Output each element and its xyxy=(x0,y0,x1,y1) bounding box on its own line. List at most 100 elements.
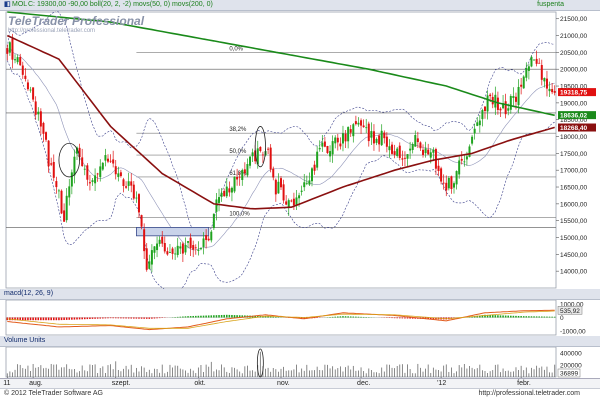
candle-body xyxy=(360,120,362,125)
macd-histogram-bar xyxy=(226,315,228,318)
macd-histogram-bar xyxy=(221,315,223,318)
candle-body xyxy=(27,82,29,89)
candle-body xyxy=(215,199,217,211)
candle-body xyxy=(412,144,414,150)
macd-histogram-bar xyxy=(25,318,27,321)
macd-last-label: 535,92 xyxy=(560,308,580,315)
candle-body xyxy=(272,169,274,178)
candle-body xyxy=(440,168,442,181)
candle-body xyxy=(205,235,207,240)
macd-histogram-bar xyxy=(107,318,109,319)
candle-body xyxy=(466,156,468,159)
candle-body xyxy=(135,198,137,199)
candle-body xyxy=(530,57,532,67)
candle-body xyxy=(84,169,86,170)
candle-body xyxy=(339,144,341,147)
macd-histogram-bar xyxy=(40,318,42,321)
footer-copyright: © 2012 TeleTrader Software AG xyxy=(4,390,103,397)
candle-body xyxy=(404,158,406,159)
macd-histogram-bar xyxy=(275,317,277,318)
candle-body xyxy=(280,178,282,187)
candle-body xyxy=(479,121,481,126)
price-panel: 14000,0014500,0015000,0015500,0016000,00… xyxy=(6,10,596,295)
macd-histogram-bar xyxy=(399,318,401,319)
candle-body xyxy=(350,129,352,133)
candle-body xyxy=(329,151,331,156)
candle-body xyxy=(252,152,254,156)
macd-histogram-bar xyxy=(53,318,55,321)
macd-histogram-bar xyxy=(216,315,218,317)
volume-panel: 40000020000036899 xyxy=(6,347,582,380)
macd-histogram-bar xyxy=(507,316,509,318)
price-y-tick-label: 16500,00 xyxy=(560,185,587,192)
candle-body xyxy=(120,172,122,176)
macd-histogram-bar xyxy=(495,315,497,317)
candle-body xyxy=(450,176,452,189)
candle-body xyxy=(112,159,114,163)
macd-histogram-bar xyxy=(531,316,533,317)
candle-body xyxy=(234,177,236,192)
candle-body xyxy=(345,134,347,142)
candle-body xyxy=(474,129,476,134)
candle-body xyxy=(221,193,223,197)
candle-body xyxy=(246,164,248,175)
candle-body xyxy=(169,252,171,253)
candle-body xyxy=(481,110,483,119)
macd-histogram-bar xyxy=(112,318,114,319)
candle-body xyxy=(73,157,75,176)
candle-body xyxy=(30,90,32,91)
macd-histogram-bar xyxy=(156,318,158,319)
macd-histogram-bar xyxy=(533,316,535,317)
footer: © 2012 TeleTrader Software AG http://pro… xyxy=(0,388,600,401)
macd-histogram-bar xyxy=(99,318,101,319)
candle-body xyxy=(164,243,166,251)
candle-body xyxy=(81,157,83,166)
macd-histogram-bar xyxy=(505,316,507,318)
candle-body xyxy=(357,123,359,125)
macd-histogram-bar xyxy=(94,318,96,319)
candle-body xyxy=(262,155,264,156)
candle-body xyxy=(283,184,285,200)
candle-body xyxy=(166,251,168,254)
candle-body xyxy=(386,137,388,147)
teletrader-logo-icon: ◧ xyxy=(4,0,11,10)
candle-body xyxy=(381,131,383,145)
macd-histogram-bar xyxy=(56,318,58,321)
price-tag-label: 18268,40 xyxy=(560,125,587,132)
candle-body xyxy=(213,214,215,228)
price-legend: C: 19300,00 -90,00 boll(20, 2, -2) movs(… xyxy=(28,0,213,10)
volume-y-tick-label: 400000 xyxy=(560,351,582,358)
candle-body xyxy=(512,96,514,98)
macd-histogram-bar xyxy=(115,318,117,319)
candle-body xyxy=(174,254,176,255)
candle-body xyxy=(138,194,140,212)
macd-histogram-bar xyxy=(87,318,89,320)
candle-body xyxy=(122,179,124,186)
candle-body xyxy=(37,112,39,115)
macd-histogram-bar xyxy=(200,316,202,318)
candle-body xyxy=(270,148,272,170)
candle-body xyxy=(115,166,117,174)
candle-body xyxy=(316,152,318,168)
candle-body xyxy=(179,246,181,248)
macd-histogram-bar xyxy=(192,316,194,318)
candle-body xyxy=(306,183,308,184)
candle-body xyxy=(394,151,396,155)
date-axis-label: szept. xyxy=(112,380,131,387)
candle-body xyxy=(520,85,522,87)
candle-body xyxy=(203,238,205,246)
candle-body xyxy=(277,182,279,194)
candle-body xyxy=(355,121,357,124)
candle-body xyxy=(22,66,24,75)
candle-body xyxy=(133,185,135,199)
macd-histogram-bar xyxy=(363,317,365,318)
candle-body xyxy=(161,237,163,244)
candle-body xyxy=(546,79,548,89)
macd-histogram-bar xyxy=(523,316,525,317)
candle-body xyxy=(92,180,94,182)
macd-histogram-bar xyxy=(133,318,135,319)
macd-histogram-bar xyxy=(71,318,73,320)
candle-body xyxy=(461,159,463,161)
macd-histogram-bar xyxy=(102,318,104,319)
candle-body xyxy=(528,66,530,71)
